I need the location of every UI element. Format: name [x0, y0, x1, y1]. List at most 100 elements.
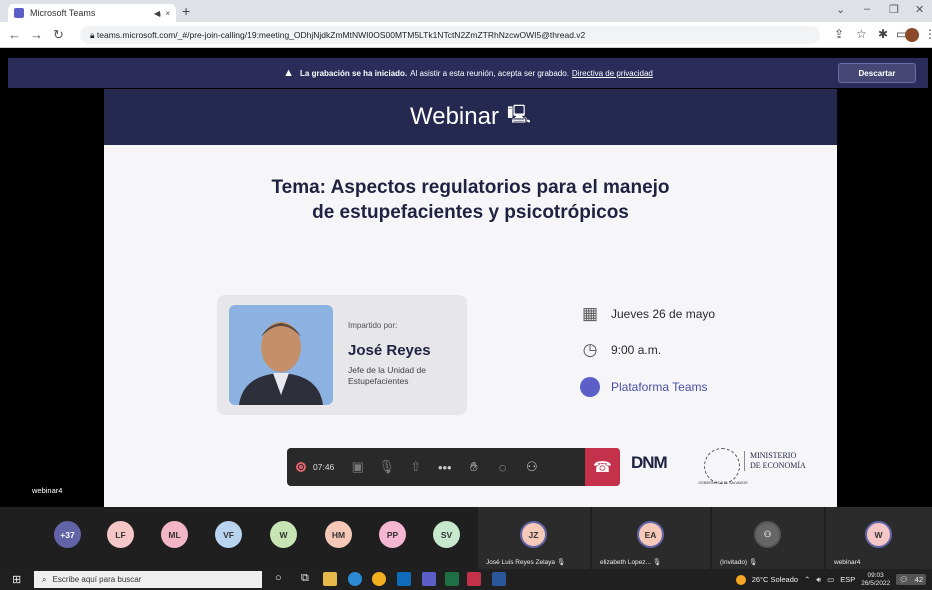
volume-icon[interactable]: 🔊︎ [816, 575, 821, 585]
network-icon[interactable]: ▭ [827, 575, 834, 584]
participant-name: José Luis Reyes Zelaya [486, 559, 556, 566]
topic-line-1: Tema: Aspectos regulatorios para el mane… [271, 177, 670, 198]
search-icon: ⌕ [42, 574, 47, 584]
slide-header-title: Webinar [410, 103, 499, 130]
back-icon[interactable]: ← [8, 27, 21, 42]
menu-icon[interactable]: ⋮ [924, 27, 932, 41]
language-indicator[interactable]: ESP [840, 575, 855, 584]
participant-name: elizabeth Lopez... [600, 559, 651, 566]
mic-off-button[interactable]: 🎙︎ [372, 448, 401, 486]
file-explorer-icon[interactable] [323, 572, 337, 586]
recording-consent-text: Al asistir a esta reunión, acepta ser gr… [410, 68, 569, 78]
tab-mute-icon[interactable]: ◀ᵢ [154, 9, 161, 18]
tray-chevron-icon[interactable]: ⌃ [804, 575, 810, 584]
outlook-icon[interactable] [397, 572, 411, 586]
maximize-button[interactable]: ❐ [889, 3, 899, 16]
speaker-card: Impartido por: José Reyes Jefe de la Uni… [217, 295, 467, 415]
excel-icon[interactable] [445, 572, 459, 586]
monitor-icon: 🖳 [506, 104, 531, 124]
participant-avatar[interactable]: VF [215, 521, 242, 548]
participant-avatar: EA [637, 521, 664, 548]
slide-header: Webinar 🖳 [104, 89, 837, 145]
speaker-name: José Reyes [348, 342, 431, 359]
participant-avatar: JZ [520, 521, 547, 548]
camera-off-button[interactable]: ▣ [343, 448, 372, 486]
tab-search-icon[interactable]: ⌄ [836, 3, 845, 16]
profile-avatar[interactable] [905, 28, 919, 42]
system-tray: 26°C Soleado ⌃ 🔊︎ ▭ ESP 09:03 26/5/2022 … [730, 569, 926, 590]
participant-avatar[interactable]: PP [379, 521, 406, 548]
recording-banner: ▲ La grabación se ha iniciado. Al asisti… [8, 58, 928, 88]
clock-time: 09:03 [867, 571, 884, 579]
speaker-photo [229, 305, 333, 405]
taskbar-clock[interactable]: 09:03 26/5/2022 [861, 572, 890, 588]
mic-muted-icon: 🎙︎ [556, 559, 566, 566]
windows-start-icon[interactable]: ⊞ [12, 573, 21, 586]
tab-close-button[interactable]: × [165, 9, 170, 18]
share-screen-button[interactable]: ⇧ [401, 448, 430, 486]
raise-hand-button[interactable]: ✋︎ [459, 448, 488, 486]
extensions-icon[interactable]: ✱ [878, 27, 888, 41]
notification-count: 42 [914, 575, 923, 584]
slide-topic: Tema: Aspectos regulatorios para el mane… [104, 175, 837, 225]
share-icon[interactable]: ⇪ [834, 27, 844, 41]
participant-tile[interactable]: W webinar4 [826, 507, 932, 569]
call-toolbar: 07:46 ▣ 🎙︎ ⇧ ••• ✋︎ ◌ ⚇ ☎ [287, 448, 620, 486]
task-view-icon[interactable]: ⧉ [301, 572, 309, 585]
edge-icon[interactable] [348, 572, 362, 586]
self-video-label: webinar4 [32, 486, 63, 495]
more-actions-button[interactable]: ••• [430, 448, 459, 486]
government-seal-icon [704, 448, 740, 484]
government-label: GOBIERNO DE EL SALVADOR [698, 481, 748, 485]
app-icon[interactable] [467, 572, 481, 586]
close-window-button[interactable]: ✕ [915, 3, 924, 16]
more-participants-badge[interactable]: +37 [54, 521, 81, 548]
event-time: 9:00 a.m. [611, 343, 662, 357]
browser-tab[interactable]: Microsoft Teams ◀ᵢ × [8, 4, 176, 22]
participant-tile[interactable]: JZ José Luis Reyes Zelaya 🎙︎ [478, 507, 590, 569]
bookmark-star-icon[interactable]: ☆ [856, 27, 867, 41]
event-platform: Plataforma Teams [611, 380, 708, 394]
privacy-policy-link[interactable]: Directiva de privacidad [572, 69, 653, 78]
taskbar-search[interactable]: ⌕ Escribe aquí para buscar [34, 571, 262, 588]
notification-badge[interactable]: 💬︎ 42 [896, 574, 926, 585]
new-tab-button[interactable]: + [182, 3, 190, 19]
word-icon[interactable] [492, 572, 506, 586]
speaker-by-label: Impartido por: [348, 321, 398, 330]
browser-tab-bar: Microsoft Teams ◀ᵢ × + ⌄ – ❐ ✕ [0, 0, 932, 22]
guest-person-icon: ⚇ [754, 521, 781, 548]
chrome-icon[interactable] [372, 572, 386, 586]
hang-up-button[interactable]: ☎ [585, 448, 620, 486]
participant-tile[interactable]: ⚇ (Invitado) 🎙︎ [712, 507, 824, 569]
mic-muted-icon: 🎙︎ [748, 559, 758, 566]
minimize-button[interactable]: – [864, 3, 870, 15]
forward-icon[interactable]: → [30, 27, 43, 42]
event-date: Jueves 26 de mayo [611, 307, 716, 321]
chat-button[interactable]: ◌ [488, 448, 517, 486]
teams-taskbar-icon[interactable] [422, 572, 436, 586]
cortana-icon[interactable]: ○ [275, 572, 282, 584]
recording-started-text: La grabación se ha iniciado. [300, 68, 408, 78]
participant-avatar[interactable]: LF [107, 521, 134, 548]
ministry-logo: MINISTERIO DE ECONOMÍA [744, 451, 806, 471]
weather-text[interactable]: 26°C Soleado [752, 575, 798, 584]
participants-strip: +37 LF ML VF W HM PP SV JZ José Luis Rey… [0, 507, 932, 569]
participant-avatar[interactable]: ML [161, 521, 188, 548]
warning-icon: ▲ [283, 67, 295, 79]
participant-avatar[interactable]: HM [325, 521, 352, 548]
dismiss-button[interactable]: Descartar [838, 63, 916, 83]
reload-icon[interactable]: ↻ [53, 27, 64, 43]
mic-muted-icon: 🎙︎ [652, 559, 662, 566]
speaker-portrait [239, 322, 323, 405]
recording-indicator: 07:46 [287, 462, 343, 472]
clock-date: 26/5/2022 [861, 579, 891, 587]
participants-button[interactable]: ⚇ [517, 448, 546, 486]
tab-title: Microsoft Teams [30, 8, 96, 18]
participant-avatar[interactable]: W [270, 521, 297, 548]
teams-favicon-icon [14, 8, 24, 18]
participant-tile[interactable]: EA elizabeth Lopez... 🎙︎ [592, 507, 710, 569]
url-bar[interactable]: 🔒︎ teams.microsoft.com/_#/pre-join-calli… [80, 26, 820, 44]
participant-avatar[interactable]: SV [433, 521, 460, 548]
record-icon [296, 462, 306, 472]
speaker-role: Jefe de la Unidad de Estupefacientes [348, 365, 426, 386]
